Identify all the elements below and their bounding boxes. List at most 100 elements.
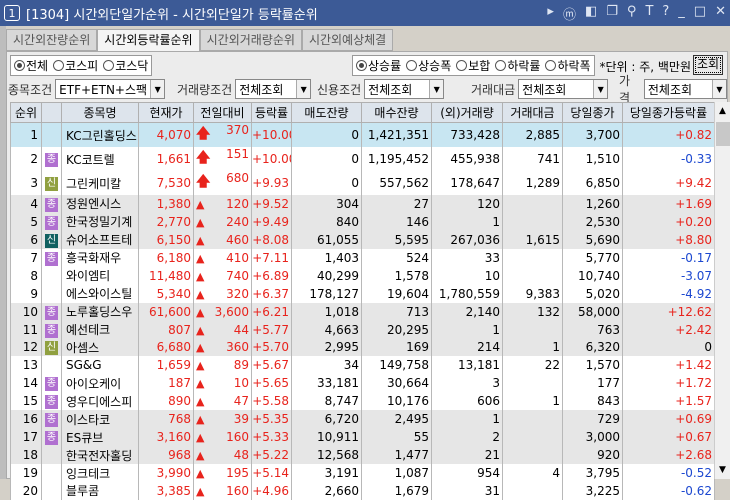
stock-name-cell[interactable]: 흥국화재우 — [61, 248, 139, 267]
table-row[interactable]: 16 종 이스타코 768 ▲ 39 +5.35 6,720 2,495 1 729 +0.69 — [10, 410, 715, 429]
current-price-cell: 3,385 — [138, 482, 194, 500]
table-row[interactable]: 1 KC그린홀딩스4,070🡅 370+10.0001,421,351733,428… — [10, 122, 715, 147]
column-header[interactable]: 전일대비 — [193, 102, 252, 123]
sell-remaining-cell: 3,191 — [291, 464, 362, 482]
trade-amount-select[interactable]: 전체조회 ▼ — [518, 79, 609, 99]
stock-name-cell[interactable]: 정원엔시스 — [61, 195, 139, 213]
table-row[interactable]: 20 블루콤 3,385 ▲ 160 +4.96 2,660 1,679 31 3,225 -0.6… — [10, 482, 715, 500]
radio-option[interactable]: 전체 — [14, 57, 48, 74]
table-row[interactable]: 14 종 아이오케이 187 ▲ 10 +5.65 33,181 30,664 3 177 +1.72 — [10, 374, 715, 393]
column-header[interactable]: 매수잔량 — [361, 102, 432, 123]
table-row[interactable]: 18 한국전자홀딩 968 ▲ 48 +5.22 12,568 1,477 21 920 +2.68 — [10, 446, 715, 465]
stock-name-cell[interactable]: 한국정밀기계 — [61, 212, 139, 231]
column-header[interactable]: 종목명 — [61, 102, 139, 123]
column-header[interactable] — [41, 102, 62, 123]
stock-name-cell[interactable]: 에스와이스틸 — [61, 284, 139, 303]
vertical-scrollbar[interactable]: ▲ ▼ — [714, 102, 730, 479]
radio-option[interactable]: 코스피 — [53, 57, 98, 74]
tab-expected-trade[interactable]: 시간외예상체결 — [301, 29, 394, 51]
current-price-cell: 890 — [138, 392, 194, 411]
stock-name-cell[interactable]: 영우디에스피 — [61, 392, 139, 411]
tab-volume-rank[interactable]: 시간외거래량순위 — [199, 29, 302, 51]
column-header[interactable]: 당일종가 — [562, 102, 623, 123]
column-header[interactable]: 등락률 — [251, 102, 292, 123]
radio-option[interactable]: 하락률 — [495, 57, 540, 74]
stock-name-cell[interactable]: KC그린홀딩스 — [61, 122, 139, 147]
radio-option[interactable]: 하락폭 — [545, 57, 591, 74]
table-row[interactable]: 3 신 그린케미칼 7,530 🡅 680 +9.93 0 557,562 178,647 1,28… — [10, 171, 715, 195]
memo-icon[interactable]: ⓜ — [563, 4, 576, 23]
table-row[interactable]: 12 신 아셈스 6,680 ▲ 360 +5.70 2,995 169 214 1 6,320 0 — [10, 338, 715, 357]
stock-name-cell[interactable]: 아이오케이 — [61, 374, 139, 393]
copy-window-icon[interactable]: ❐ — [606, 4, 618, 23]
radio-option[interactable]: 코스닥 — [103, 57, 148, 74]
radio-option[interactable]: 상승률 — [356, 57, 401, 74]
credit-condition-select[interactable]: 전체조회 ▼ — [364, 79, 445, 99]
price-select[interactable]: 전체조회 ▼ — [643, 79, 727, 99]
column-header[interactable]: 당일종가등락률 — [622, 102, 715, 123]
volume-cell: 606 — [431, 392, 503, 411]
column-header[interactable]: 현재가 — [138, 102, 194, 123]
change-rate-cell: +8.08 — [251, 230, 292, 249]
play-icon[interactable]: ▸ — [547, 4, 554, 23]
scroll-down-icon[interactable]: ▼ — [715, 461, 730, 479]
table-row[interactable]: 10 종 노루홀딩스우 61,600 ▲ 3,600 +6.21 1,018 713 2,140 1… — [10, 302, 715, 321]
table-row[interactable]: 19 잉크테크 3,990 ▲ 195 +5.14 3,191 1,087 954 4 3,795-… — [10, 464, 715, 482]
badge-cell: 종 — [41, 392, 62, 411]
table-row[interactable]: 5 종 한국정밀기계 2,770 ▲ 240 +9.49 840 146 1 2,530 +0.20 — [10, 212, 715, 231]
table-row[interactable]: 17 종 ES큐브 3,160 ▲ 160 +5.33 10,911 55 2 3,000 +0.67 — [10, 428, 715, 447]
maximize-icon[interactable]: □ — [694, 4, 706, 23]
table-row[interactable]: 9 에스와이스틸 5,340 ▲ 320 +6.37 178,127 19,604 1,780,… — [10, 284, 715, 303]
table-row[interactable]: 7 종 흥국화재우 6,180 ▲ 410 +7.11 1,403 524 33 5,770 -0.1… — [10, 248, 715, 267]
table-row[interactable]: 11 종 예선테크 807 ▲ 44 +5.77 4,663 20,295 1 763 +2.42 — [10, 320, 715, 339]
volume-condition-select[interactable]: 전체조회 ▼ — [235, 79, 312, 99]
table-row[interactable]: 2종KC코트렐1,661🡅 151+10.0001,195,452455,9387… — [10, 147, 715, 171]
sort-radio-group: 상승률 상승폭 보합 하락률 하락폭 — [352, 55, 595, 76]
stock-name-cell[interactable]: 그린케미칼 — [61, 171, 139, 195]
stock-name-cell[interactable]: KC코트렐 — [61, 147, 139, 171]
filter-label: 신용조건 — [317, 82, 362, 97]
layout-icon[interactable]: ◧ — [585, 4, 597, 23]
stock-name-cell[interactable]: SG&G — [61, 356, 139, 375]
table-row[interactable]: 6 신 슈어소프트테 6,150 ▲ 460 +8.08 61,055 5,595 267,036… — [10, 230, 715, 249]
current-price-cell: 4,070 — [138, 122, 194, 147]
query-button[interactable]: 조회 — [693, 55, 723, 75]
closing-price-cell: 3,000 — [562, 428, 623, 447]
radio-label: 하락폭 — [557, 59, 591, 73]
column-header[interactable]: 거래대금 — [502, 102, 563, 123]
stock-name-cell[interactable]: 슈어소프트테 — [61, 230, 139, 249]
stock-name-cell[interactable]: 이스타코 — [61, 410, 139, 429]
tab-change-rate-rank[interactable]: 시간외등락률순위 — [97, 29, 200, 52]
radio-option[interactable]: 상승폭 — [406, 57, 451, 74]
table-row[interactable]: 13 SG&G 1,659 ▲ 89 +5.67 34 149,758 13,181 22 1,57… — [10, 356, 715, 375]
scroll-thumb[interactable] — [716, 122, 730, 146]
scroll-up-icon[interactable]: ▲ — [715, 102, 730, 120]
stock-condition-select[interactable]: ETF+ETN+스팩 제외 ▼ — [55, 79, 166, 99]
table-row[interactable]: 15 종 영우디에스피 890 ▲ 47 +5.58 8,747 10,176 606 1 843 +1… — [10, 392, 715, 411]
stock-name-cell[interactable]: 아셈스 — [61, 338, 139, 357]
current-price-cell: 3,160 — [138, 428, 194, 447]
column-header[interactable]: 매도잔량 — [291, 102, 362, 123]
stock-name-cell[interactable]: ES큐브 — [61, 428, 139, 447]
stock-name-cell[interactable]: 블루콤 — [61, 482, 139, 500]
change-cell: ▲ 320 — [193, 284, 252, 303]
stock-name-cell[interactable]: 와이엠티 — [61, 266, 139, 285]
volume-cell: 1 — [431, 320, 503, 339]
radio-option[interactable]: 보합 — [456, 57, 490, 74]
stock-name-cell[interactable]: 한국전자홀딩 — [61, 446, 139, 465]
font-icon[interactable]: T — [645, 4, 653, 23]
help-icon[interactable]: ? — [662, 4, 669, 23]
stock-name-cell[interactable]: 잉크테크 — [61, 464, 139, 482]
minimize-icon[interactable]: _ — [678, 4, 685, 23]
tab-remaining-rank[interactable]: 시간외잔량순위 — [6, 29, 98, 51]
close-icon[interactable]: ✕ — [715, 4, 726, 23]
volume-cell: 33 — [431, 248, 503, 267]
stock-name-cell[interactable]: 예선테크 — [61, 320, 139, 339]
stock-name-cell[interactable]: 노루홀딩스우 — [61, 302, 139, 321]
column-header[interactable]: 순위 — [10, 102, 42, 123]
column-header[interactable]: (외)거래량 — [431, 102, 503, 123]
pin-icon[interactable]: ⚲ — [627, 4, 637, 23]
table-row[interactable]: 4 종 정원엔시스 1,380 ▲ 120 +9.52 304 27 120 1,260 +1.69 — [10, 195, 715, 213]
closing-price-cell: 10,740 — [562, 266, 623, 285]
table-row[interactable]: 8 와이엠티 11,480 ▲ 740 +6.89 40,299 1,578 10 10,740-… — [10, 266, 715, 285]
